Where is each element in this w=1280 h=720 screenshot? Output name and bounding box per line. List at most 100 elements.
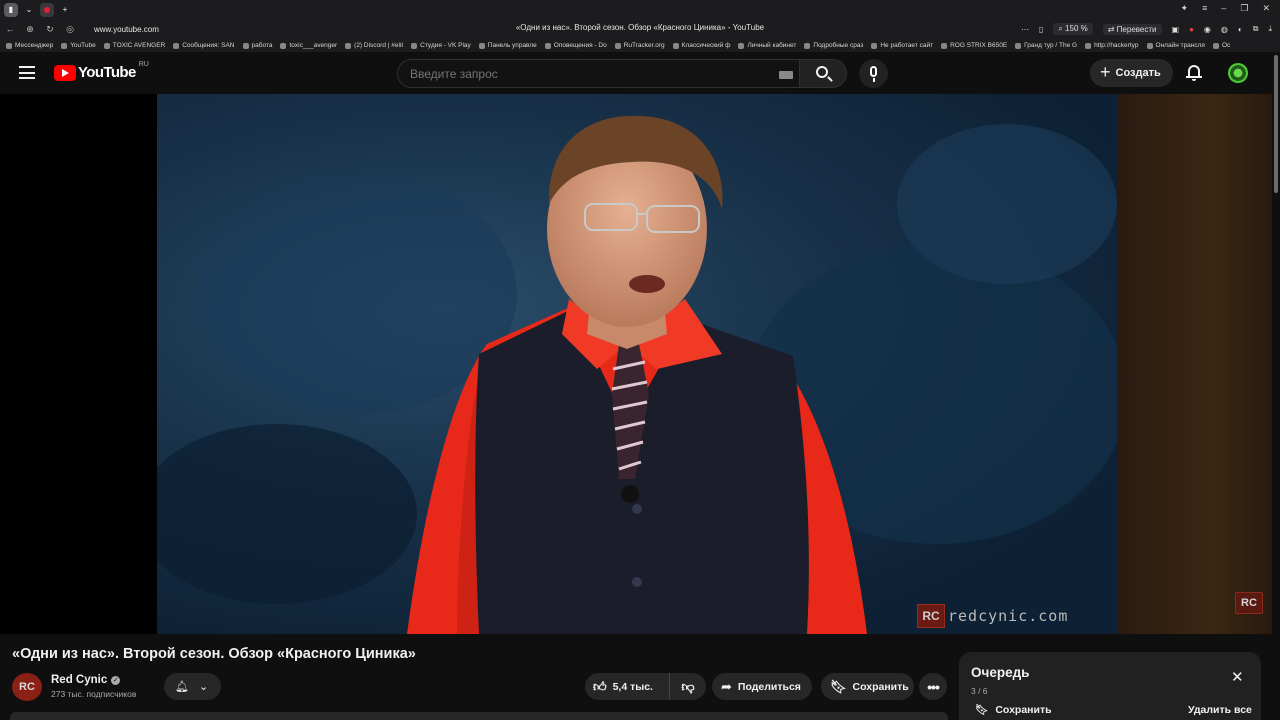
bookmark-favicon-icon — [345, 42, 352, 49]
channel-avatar[interactable]: RC — [12, 673, 42, 701]
bookmark-item[interactable]: Классический ф — [672, 42, 730, 49]
create-button[interactable]: + Создать — [1090, 59, 1173, 87]
bookmark-label: RuTracker.org — [623, 42, 665, 49]
extension-icon-4[interactable]: ◐ — [1238, 25, 1243, 34]
bookmark-favicon-icon — [672, 42, 679, 49]
queue-close-icon[interactable]: ✕ — [1231, 668, 1244, 686]
channel-name-text: Red Cynic — [51, 674, 108, 686]
scrollbar-thumb[interactable] — [1274, 55, 1278, 193]
channel-name[interactable]: Red Cynic ✓ — [51, 674, 121, 686]
ambient-watermark-logo: RC — [1235, 592, 1263, 614]
plus-icon: + — [1100, 61, 1111, 82]
bookmark-item[interactable]: Мессенджер — [6, 42, 53, 49]
bookmark-favicon-icon — [61, 42, 68, 49]
hamburger-menu-icon[interactable] — [19, 66, 35, 79]
bookmark-item[interactable]: Ос — [1212, 42, 1231, 49]
youtube-logo[interactable]: YouTube RU — [54, 61, 149, 81]
thumbs-up-icon: 👍︎ — [593, 678, 607, 694]
bookmark-favicon-icon — [1212, 42, 1219, 49]
video-frame[interactable] — [157, 94, 1117, 634]
notifications-bell-icon[interactable] — [1186, 64, 1202, 82]
bookmark-item[interactable]: работа — [242, 42, 272, 49]
ambient-glow — [1117, 94, 1272, 634]
dislike-button[interactable]: 👎︎ — [670, 679, 706, 695]
extension-icon-3[interactable]: ◍ — [1221, 25, 1228, 34]
search-box[interactable] — [397, 59, 799, 88]
download-icon[interactable]: ⤓ — [1268, 24, 1272, 34]
bookmark-favicon-icon — [103, 42, 110, 49]
bookmark-icon[interactable]: ▯ — [1039, 25, 1043, 34]
bookmark-item[interactable]: Оповещения - Do — [544, 42, 607, 49]
bookmark-favicon-icon — [1085, 42, 1092, 49]
bookmark-item[interactable]: Онлайн трансля — [1146, 42, 1205, 49]
keyboard-icon[interactable] — [779, 71, 793, 79]
bookmark-favicon-icon — [871, 42, 878, 49]
search-button[interactable] — [799, 59, 847, 88]
translate-button[interactable]: ⇄ Перевести — [1102, 23, 1162, 35]
bookmark-item[interactable]: Студия - VK Play — [411, 42, 471, 49]
bookmark-save-icon: 🔖︎ — [830, 678, 847, 694]
bookmark-item[interactable]: http://hackertyp — [1085, 42, 1139, 49]
more-icon[interactable]: ⋯ — [1021, 25, 1029, 34]
close-window-button[interactable]: ✕ — [1262, 3, 1270, 14]
bookmark-item[interactable]: Панель управле — [478, 42, 537, 49]
youtube-play-icon — [54, 64, 76, 81]
bell-icon: 🔔︎ — [175, 681, 189, 693]
zoom-value: 150 % — [1065, 24, 1088, 33]
bookmark-label: toxic___avenger — [289, 42, 338, 49]
logo-text: YouTube — [78, 64, 136, 81]
more-dots-icon: ••• — [927, 678, 940, 695]
queue-panel: Очередь 3 / 6 ✕ 🔖︎ Сохранить Удалить все — [959, 652, 1261, 720]
bookmark-item[interactable]: ROG STRIX B650E — [941, 42, 1007, 49]
bookmark-favicon-icon — [614, 42, 621, 49]
voice-search-button[interactable] — [859, 59, 888, 88]
more-actions-button[interactable]: ••• — [919, 673, 947, 700]
description-box[interactable] — [10, 712, 948, 720]
queue-clear-all-button[interactable]: Удалить все — [1188, 704, 1252, 716]
bookmark-label: Ос — [1221, 42, 1231, 49]
tab-sidebar-icon[interactable]: ▮ — [4, 2, 18, 17]
bookmark-item[interactable]: TOXIC AVENGER — [103, 42, 166, 49]
bookmark-item[interactable]: Подробные сраз — [804, 42, 863, 49]
bookmark-favicon-icon — [738, 42, 745, 49]
menu-icon[interactable]: ≡ — [1202, 3, 1207, 14]
bookmark-item[interactable]: Личный кабинет — [738, 42, 796, 49]
zoom-indicator[interactable]: ⌕ 150 % — [1053, 23, 1093, 35]
tab-youtube[interactable] — [40, 2, 54, 17]
bookmark-item[interactable]: toxic___avenger — [280, 42, 337, 49]
bookmark-item[interactable]: (2) Discord | #elit — [345, 42, 403, 49]
bookmark-item[interactable]: YouTube — [61, 42, 96, 49]
thumbs-down-icon: 👎︎ — [681, 678, 695, 694]
save-button[interactable]: 🔖︎ Сохранить — [821, 673, 914, 700]
adblock-icon[interactable]: ● — [1189, 25, 1194, 34]
share-button[interactable]: ➦ Поделиться — [712, 673, 812, 700]
bookmark-item[interactable]: Гранд тур / The G — [1015, 42, 1077, 49]
bookmark-label: Мессенджер — [15, 42, 54, 49]
bookmark-item[interactable]: Сообщения: SAN — [173, 42, 235, 49]
tab-chevron-down-icon[interactable]: ⌄ — [22, 3, 36, 17]
restore-button[interactable]: ❐ — [1240, 3, 1248, 14]
extensions-icon[interactable]: ⧉ — [1253, 24, 1259, 34]
new-tab-button[interactable]: + — [58, 3, 72, 17]
bookmark-favicon-icon — [478, 42, 485, 49]
extension-icon[interactable]: ▣ — [1172, 25, 1180, 34]
queue-save-button[interactable]: 🔖︎ Сохранить — [975, 703, 1052, 717]
bookmark-label: Оповещения - Do — [553, 42, 607, 49]
extension-icon-2[interactable]: ◉ — [1204, 25, 1211, 34]
subscriber-count: 273 тыс. подписчиков — [51, 689, 137, 699]
microphone-icon — [870, 66, 877, 77]
bookmark-item[interactable]: Не работает сайт — [871, 42, 933, 49]
bookmark-label: Студия - VK Play — [420, 42, 471, 49]
like-button[interactable]: 👍︎ 5,4 тыс. — [585, 673, 670, 700]
minimize-button[interactable]: – — [1221, 3, 1226, 14]
subscription-notifications-button[interactable]: 🔔︎ ⌄ — [164, 673, 221, 700]
youtube-header: YouTube RU + Создать — [0, 52, 1280, 94]
search-icon — [816, 66, 828, 78]
search-input[interactable] — [410, 67, 750, 81]
pin-icon[interactable]: ✦ — [1181, 3, 1189, 14]
bookmark-label: Гранд тур / The G — [1024, 42, 1078, 49]
presenter-image — [157, 115, 1117, 634]
bookmark-item[interactable]: RuTracker.org — [614, 42, 665, 49]
bookmark-label: TOXIC AVENGER — [112, 42, 166, 49]
user-avatar[interactable] — [1228, 63, 1248, 83]
